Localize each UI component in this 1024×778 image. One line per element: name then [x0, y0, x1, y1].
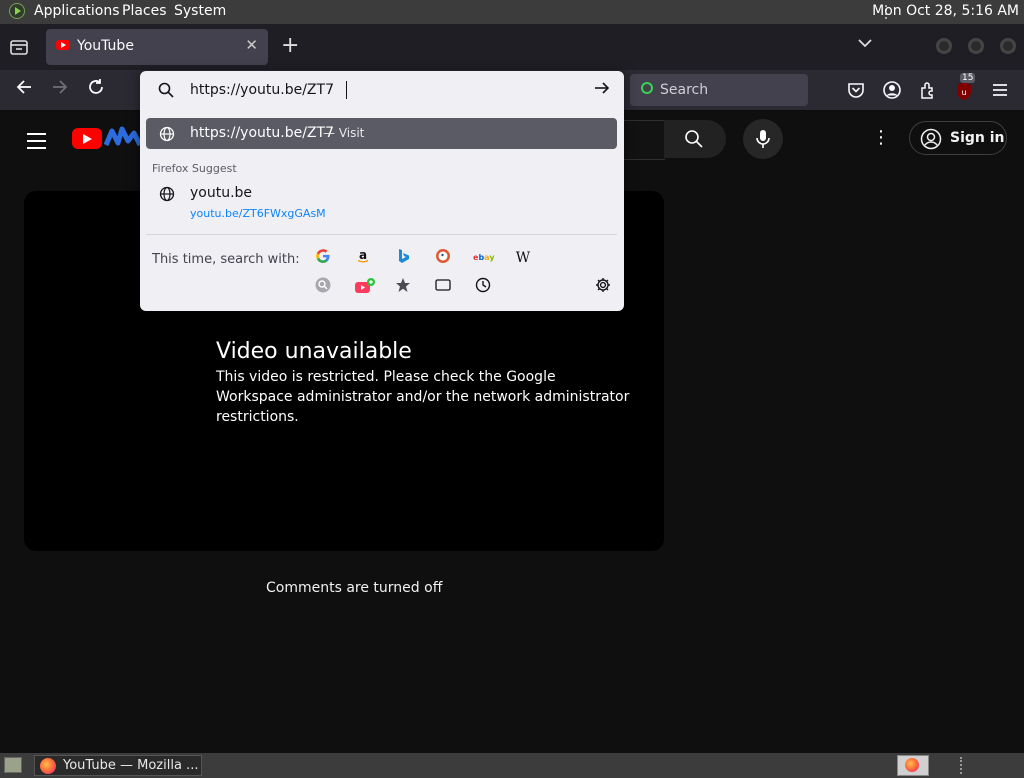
distro-logo-icon[interactable]	[9, 3, 25, 19]
youtube-logo-icon[interactable]	[72, 128, 102, 149]
svg-text:u: u	[961, 88, 966, 97]
video-unavailable-message: This video is restricted. Please check t…	[216, 369, 630, 425]
places-menu[interactable]: Places	[122, 3, 167, 19]
hamburger-menu-icon[interactable]	[27, 133, 46, 154]
url-input-row	[140, 71, 624, 109]
avatar-icon	[920, 128, 942, 150]
search-bar-placeholder: Search	[660, 82, 709, 98]
amazon-icon[interactable]: a	[353, 248, 373, 268]
suggestion-url: youtu.be/ZT6FWxgGAsM	[190, 207, 326, 220]
pocket-icon[interactable]	[846, 80, 866, 100]
top-panel: Applications Places System Mon Oct 28, 5…	[0, 0, 1024, 24]
applications-menu[interactable]: Applications	[34, 3, 120, 19]
system-menu[interactable]: System	[174, 3, 226, 19]
back-icon[interactable]	[12, 78, 36, 102]
new-tab-icon[interactable]: +	[281, 33, 299, 58]
maximize-window-button[interactable]	[968, 38, 984, 54]
close-window-button[interactable]	[1000, 38, 1016, 54]
go-arrow-icon[interactable]	[594, 80, 610, 100]
minimize-window-button[interactable]	[936, 38, 952, 54]
firefox-icon	[40, 758, 56, 774]
search-with-label: This time, search with:	[152, 252, 300, 267]
firefox-icon	[905, 758, 919, 772]
search-icon	[158, 82, 174, 98]
globe-icon	[159, 126, 175, 142]
tray-drag-handle	[960, 757, 964, 774]
workspace-switcher[interactable]	[897, 755, 929, 776]
wikipedia-icon[interactable]: W	[513, 248, 533, 268]
tabs-icon[interactable]	[433, 277, 453, 297]
youtube-favicon-icon	[56, 40, 70, 50]
tab-title: YouTube	[77, 38, 134, 54]
bing-icon[interactable]	[393, 248, 413, 268]
sign-in-label: Sign in	[950, 130, 1005, 146]
clock[interactable]: Mon Oct 28, 5:16 AM	[872, 3, 1019, 19]
youtube-search-button[interactable]	[664, 120, 726, 158]
url-input[interactable]	[190, 80, 570, 100]
visit-url-text: https://youtu.be/ZT7	[190, 125, 334, 141]
sign-in-button[interactable]: Sign in	[909, 121, 1007, 155]
divider	[146, 234, 617, 235]
ebay-icon[interactable]: ebay	[473, 248, 495, 268]
firefox-view-icon[interactable]	[8, 36, 30, 58]
urlbar-dropdown: https://youtu.be/ZT7 — Visit Firefox Sug…	[140, 71, 624, 311]
visit-action-label: — Visit	[323, 126, 365, 140]
globe-icon	[159, 186, 175, 202]
tab-youtube[interactable]: YouTube ✕	[46, 29, 268, 65]
list-all-tabs-icon[interactable]	[858, 36, 872, 52]
suggestion-title: youtu.be	[190, 185, 253, 201]
ublock-origin-icon[interactable]: u 15	[954, 73, 976, 100]
search-bar[interactable]: Search	[630, 74, 808, 106]
svg-text:a: a	[359, 248, 367, 262]
google-icon[interactable]	[313, 248, 333, 268]
video-unavailable-title: Video unavailable	[216, 339, 412, 364]
taskbar-window-label: YouTube — Mozilla ...	[63, 758, 199, 773]
settings-gear-icon[interactable]	[593, 277, 613, 297]
close-tab-icon[interactable]: ✕	[245, 36, 258, 54]
extension-badge: 15	[960, 73, 976, 83]
bottom-taskbar: YouTube — Mozilla ...	[0, 753, 1024, 778]
app-menu-icon[interactable]	[990, 80, 1010, 100]
taskbar-window-firefox[interactable]: YouTube — Mozilla ...	[34, 755, 202, 776]
search-engine-icon	[641, 82, 653, 94]
microphone-icon[interactable]	[743, 119, 783, 159]
show-desktop-icon[interactable]	[4, 757, 22, 773]
history-icon[interactable]	[473, 277, 493, 297]
tab-strip: YouTube ✕ +	[0, 24, 1024, 70]
extensions-icon[interactable]	[918, 80, 938, 100]
more-options-icon[interactable]: ⋮	[872, 127, 890, 148]
text-cursor	[346, 81, 347, 99]
comments-status: Comments are turned off	[266, 580, 443, 596]
duckduckgo-icon[interactable]	[433, 248, 453, 268]
search-engine-settings-icon[interactable]	[313, 277, 333, 297]
forward-icon[interactable]	[48, 78, 72, 102]
reload-icon[interactable]	[84, 78, 108, 102]
firefox-suggest-heading: Firefox Suggest	[152, 162, 237, 175]
account-icon[interactable]	[882, 80, 902, 100]
youtube-doodle-icon[interactable]	[103, 125, 143, 151]
youtube-search-engine-icon[interactable]	[354, 277, 375, 297]
visit-url-suggestion[interactable]: https://youtu.be/ZT7 — Visit	[146, 118, 617, 149]
bookmarks-icon[interactable]	[393, 277, 413, 297]
